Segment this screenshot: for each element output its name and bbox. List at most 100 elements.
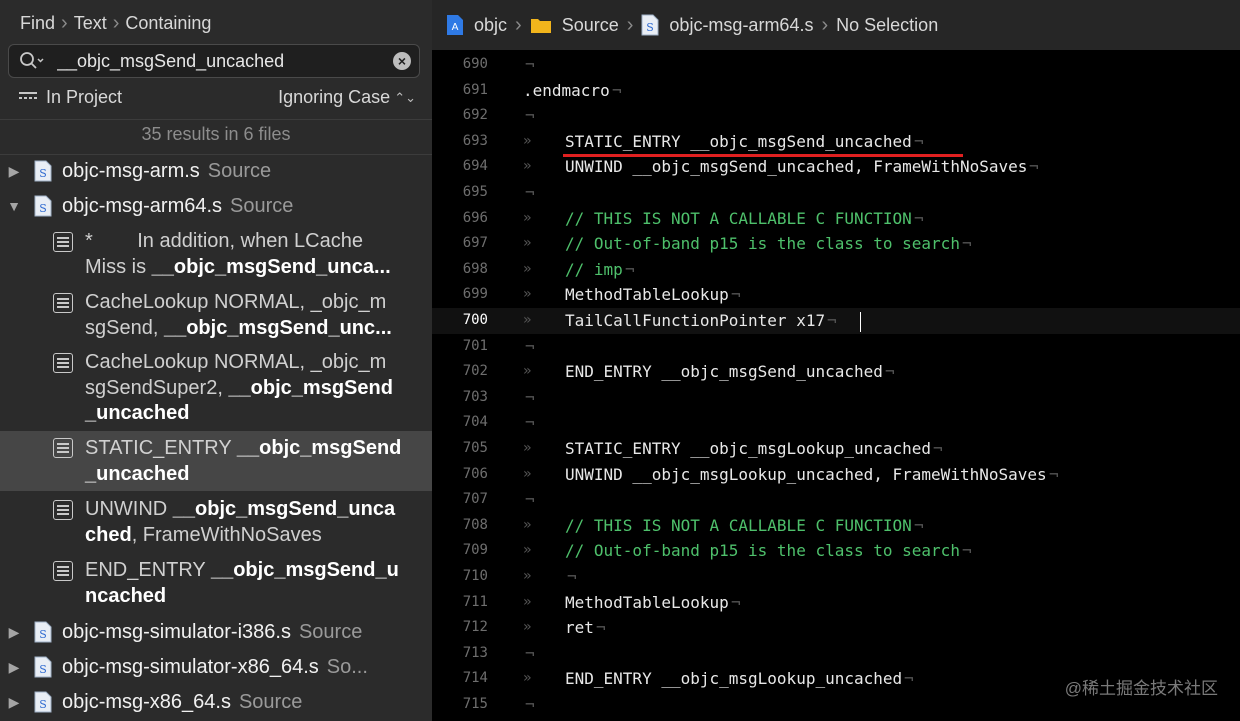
code-line[interactable]: 703 ¬ bbox=[432, 385, 1240, 411]
file-row[interactable]: ▼ S objc-msg-arm64.s Source bbox=[0, 189, 432, 223]
search-icon[interactable] bbox=[19, 51, 45, 71]
code-text: STATIC_ENTRY __objc_msgSend_uncached bbox=[565, 131, 912, 151]
file-group: Source bbox=[230, 194, 294, 217]
code-line[interactable]: 709 » // Out-of-band p15 is the class to s… bbox=[432, 538, 1240, 564]
search-result[interactable]: CacheLookup NORMAL, _objc_m sgSend, __ob… bbox=[0, 290, 432, 346]
code-line[interactable]: 704 ¬ bbox=[432, 410, 1240, 436]
line-end-marker-icon: ¬ bbox=[1029, 157, 1039, 177]
result-text: CacheLookup NORMAL, _objc_m sgSend, __ob… bbox=[85, 291, 392, 339]
tab-marker-icon: » bbox=[523, 363, 532, 380]
search-result[interactable]: END_ENTRY __objc_msgSend_u ncached bbox=[0, 558, 432, 614]
disclosure-closed-icon[interactable]: ▶ bbox=[2, 659, 26, 676]
code-text: MethodTableLookup bbox=[565, 592, 729, 612]
jump-bar-selection[interactable]: No Selection bbox=[836, 15, 938, 36]
line-end-marker-icon: ¬ bbox=[596, 618, 606, 638]
disclosure-open-icon[interactable]: ▼ bbox=[2, 198, 26, 214]
code-line-icon bbox=[53, 293, 73, 313]
code-line[interactable]: 700 » TailCallFunctionPointer x17 ¬ bbox=[432, 308, 1240, 334]
code-line[interactable]: 699 » MethodTableLookup ¬ bbox=[432, 282, 1240, 308]
line-end-marker-icon: ¬ bbox=[525, 387, 535, 407]
svg-text:S: S bbox=[39, 628, 47, 641]
code-line[interactable]: 705 » STATIC_ENTRY __objc_msgLookup_uncach… bbox=[432, 436, 1240, 462]
code-comment: // THIS IS NOT A CALLABLE C FUNCTION bbox=[565, 208, 912, 228]
file-row[interactable]: ▶ S objc-msg-simulator-x86_64.s So... bbox=[0, 650, 432, 684]
find-mode-bar[interactable]: Find › Text › Containing bbox=[0, 0, 432, 46]
code-line[interactable]: 713 ¬ bbox=[432, 641, 1240, 667]
jump-bar-folder[interactable]: Source bbox=[530, 15, 619, 36]
code-line[interactable]: 693 » STATIC_ENTRY __objc_msgSend_uncached… bbox=[432, 129, 1240, 155]
code-area[interactable]: 690 ¬ 691 .endmacro ¬ 692 ¬ 693» STATIC_ENTRY __… bbox=[432, 52, 1240, 721]
case-selector[interactable]: Ignoring Case ⌃⌄ bbox=[278, 87, 416, 108]
line-end-marker-icon: ¬ bbox=[962, 234, 972, 254]
line-number: 696 bbox=[462, 209, 488, 226]
chevron-right-icon: › bbox=[821, 13, 829, 36]
line-number: 712 bbox=[462, 619, 488, 636]
line-end-marker-icon: ¬ bbox=[525, 643, 535, 663]
line-number: 709 bbox=[462, 542, 488, 559]
search-result[interactable]: CacheLookup NORMAL, _objc_m sgSendSuper2… bbox=[0, 350, 432, 430]
code-line[interactable]: 711 » MethodTableLookup ¬ bbox=[432, 590, 1240, 616]
file-name: objc-msg-simulator-x86_64.s bbox=[62, 655, 319, 678]
code-line[interactable]: 712 » ret ¬ bbox=[432, 615, 1240, 641]
code-line[interactable]: 707 ¬ bbox=[432, 487, 1240, 513]
line-end-marker-icon: ¬ bbox=[525, 695, 535, 714]
file-row[interactable]: ▶ S objc-msg-x86_64.s Source bbox=[0, 685, 432, 719]
scope-selector[interactable]: In Project bbox=[18, 87, 122, 108]
line-number: 702 bbox=[462, 363, 488, 380]
line-number: 690 bbox=[462, 56, 488, 72]
code-line[interactable]: 701 ¬ bbox=[432, 334, 1240, 360]
line-end-marker-icon: ¬ bbox=[914, 131, 924, 151]
disclosure-closed-icon[interactable]: ▶ bbox=[2, 694, 26, 711]
tab-marker-icon: » bbox=[523, 132, 532, 149]
svg-text:S: S bbox=[39, 167, 47, 180]
search-result[interactable]: * In addition, when LCache Miss is __obj… bbox=[0, 229, 432, 285]
tab-marker-icon: » bbox=[523, 209, 532, 226]
code-line[interactable]: 710 » ¬ bbox=[432, 564, 1240, 590]
code-text: MethodTableLookup bbox=[565, 285, 729, 305]
disclosure-closed-icon[interactable]: ▶ bbox=[2, 624, 26, 641]
code-line[interactable]: 692 ¬ bbox=[432, 103, 1240, 129]
folder-icon bbox=[530, 19, 551, 33]
search-result-selected[interactable]: STATIC_ENTRY __objc_msgSend _uncached bbox=[0, 431, 432, 491]
code-line[interactable]: 708 » // THIS IS NOT A CALLABLE C FUNCTION… bbox=[432, 513, 1240, 539]
line-end-marker-icon: ¬ bbox=[885, 362, 895, 382]
tab-marker-icon: » bbox=[523, 542, 532, 559]
code-line[interactable]: 702 » END_ENTRY __objc_msgSend_uncached ¬ bbox=[432, 359, 1240, 385]
code-line[interactable]: 694 » UNWIND __objc_msgSend_uncached, Fram… bbox=[432, 154, 1240, 180]
asm-file-icon: S bbox=[34, 691, 52, 713]
tab-marker-icon: » bbox=[523, 235, 532, 252]
chevron-right-icon: › bbox=[61, 11, 68, 34]
asm-file-icon: S bbox=[34, 621, 52, 643]
code-line[interactable]: 696 » // THIS IS NOT A CALLABLE C FUNCTION… bbox=[432, 206, 1240, 232]
search-input[interactable] bbox=[55, 49, 379, 73]
result-text: STATIC_ENTRY __objc_msgSend _uncached bbox=[85, 437, 402, 485]
clear-search-icon[interactable]: × bbox=[393, 52, 411, 70]
tab-marker-icon: » bbox=[523, 619, 532, 636]
search-result[interactable]: UNWIND __objc_msgSend_unca ched, FrameWi… bbox=[0, 497, 432, 553]
code-text: END_ENTRY __objc_msgLookup_uncached bbox=[565, 669, 903, 689]
scope-row: In Project Ignoring Case ⌃⌄ bbox=[0, 84, 432, 114]
jump-bar-file[interactable]: S objc-msg-arm64.s bbox=[641, 14, 813, 36]
project-icon: A bbox=[447, 15, 463, 35]
file-row[interactable]: ▶ S objc-msg-arm.s Source bbox=[0, 154, 432, 188]
code-line[interactable]: 691 .endmacro ¬ bbox=[432, 78, 1240, 104]
search-field[interactable]: × bbox=[8, 44, 420, 78]
find-mode-text[interactable]: Text bbox=[74, 13, 107, 34]
find-mode-containing[interactable]: Containing bbox=[125, 13, 211, 34]
scope-label: In Project bbox=[46, 87, 123, 107]
code-line-icon bbox=[53, 561, 73, 581]
code-line-icon bbox=[53, 232, 73, 252]
code-line[interactable]: 706 » UNWIND __objc_msgLookup_uncached, Fr… bbox=[432, 462, 1240, 488]
find-mode-find[interactable]: Find bbox=[20, 13, 55, 34]
code-text: ret bbox=[565, 618, 594, 638]
file-row[interactable]: ▶ S objc-msg-simulator-i386.s Source bbox=[0, 615, 432, 649]
code-line[interactable]: 698 » // imp ¬ bbox=[432, 257, 1240, 283]
disclosure-closed-icon[interactable]: ▶ bbox=[2, 163, 26, 180]
code-line[interactable]: 690 ¬ bbox=[432, 52, 1240, 78]
line-number: 703 bbox=[462, 388, 488, 405]
code-line[interactable]: 695 ¬ bbox=[432, 180, 1240, 206]
jump-bar-project[interactable]: A objc bbox=[446, 14, 507, 36]
updown-chevron-icon: ⌃⌄ bbox=[394, 89, 416, 105]
line-end-marker-icon: ¬ bbox=[914, 208, 924, 228]
code-line[interactable]: 697 » // Out-of-band p15 is the class to s… bbox=[432, 231, 1240, 257]
